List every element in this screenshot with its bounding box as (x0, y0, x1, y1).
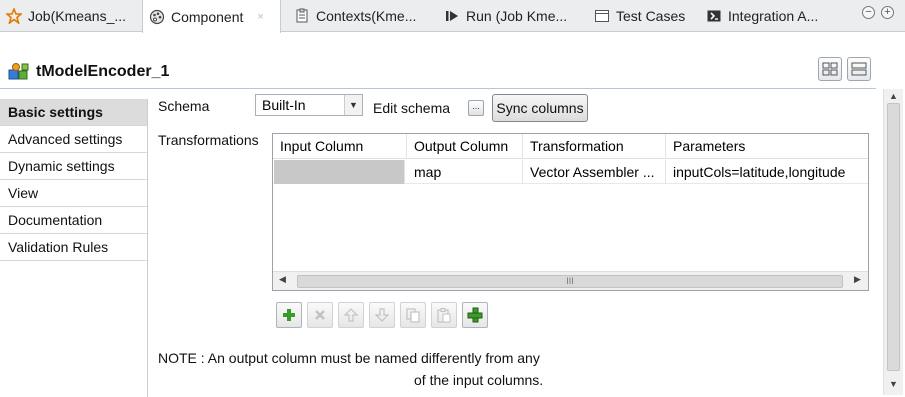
add-selected-icon (467, 307, 483, 323)
layout-rows-icon (851, 62, 867, 76)
note-line-1: NOTE : An output column must be named di… (158, 350, 540, 366)
column-header-parameters[interactable]: Parameters (666, 134, 868, 159)
minimize-icon[interactable]: − (862, 6, 875, 19)
edit-schema-label: Edit schema (373, 100, 451, 116)
note-line-2: of the input columns. (414, 372, 544, 388)
chevron-down-icon: ▼ (344, 95, 362, 115)
add-selected-button[interactable] (462, 302, 488, 328)
tab-run-label: Run (Job Kme... (466, 8, 568, 24)
layout-grid-icon (822, 62, 838, 76)
tab-contexts-label: Contexts(Kme... (316, 8, 417, 24)
job-star-icon (4, 6, 24, 26)
remove-icon (315, 310, 325, 320)
tab-run[interactable]: Run (Job Kme... (438, 0, 588, 32)
tab-job[interactable]: Job(Kmeans_... (0, 0, 142, 32)
scroll-left-icon[interactable]: ◀ (279, 274, 286, 285)
paste-icon (437, 308, 451, 323)
edit-schema-button[interactable]: ... (468, 100, 484, 116)
sidebar-item-dynamic-settings[interactable]: Dynamic settings (0, 153, 147, 180)
component-title: tModelEncoder_1 (8, 62, 169, 82)
column-header-input[interactable]: Input Column (273, 134, 407, 159)
component-palette-icon (149, 9, 165, 25)
scroll-up-icon[interactable]: ▲ (889, 91, 898, 101)
transformations-label: Transformations (158, 132, 259, 148)
paste-button[interactable] (431, 302, 457, 328)
tab-component[interactable]: Component × (142, 0, 281, 33)
header-divider (0, 88, 876, 89)
sidebar-item-view[interactable]: View (0, 180, 147, 207)
scroll-thumb[interactable]: III (297, 275, 843, 288)
column-header-output[interactable]: Output Column (407, 134, 523, 159)
transformation-cell[interactable]: Vector Assembler ... (523, 160, 666, 184)
tab-test-cases-label: Test Cases (616, 8, 686, 24)
schema-select[interactable]: Built-In ▼ (255, 94, 363, 116)
layout-grid-button[interactable] (818, 57, 842, 81)
run-icon (444, 8, 460, 24)
maximize-icon[interactable]: + (881, 6, 894, 19)
move-down-icon (374, 308, 390, 322)
settings-sidebar: Basic settings Advanced settings Dynamic… (0, 99, 148, 397)
contexts-icon (294, 8, 310, 24)
vertical-scroll-thumb[interactable] (887, 103, 900, 371)
add-icon (283, 309, 295, 321)
model-encoder-icon (8, 62, 30, 82)
tab-component-label: Component (171, 8, 244, 25)
copy-icon (406, 308, 420, 323)
tab-test-cases[interactable]: Test Cases (588, 0, 698, 32)
remove-row-button[interactable] (307, 302, 333, 328)
move-up-button[interactable] (338, 302, 364, 328)
transformations-table: Input Column Output Column Transformatio… (272, 133, 869, 291)
table-row[interactable]: map Vector Assembler ... inputCols=latit… (273, 160, 868, 184)
table-horizontal-scrollbar[interactable]: ◀ III ▶ (273, 271, 868, 290)
sidebar-item-documentation[interactable]: Documentation (0, 207, 147, 234)
sync-columns-button[interactable]: Sync columns (492, 94, 588, 122)
tab-contexts[interactable]: Contexts(Kme... (288, 0, 438, 32)
input-column-cell[interactable] (274, 160, 405, 184)
component-title-text: tModelEncoder_1 (36, 63, 170, 80)
copy-button[interactable] (400, 302, 426, 328)
sidebar-item-basic-settings[interactable]: Basic settings (0, 99, 147, 126)
sidebar-item-advanced-settings[interactable]: Advanced settings (0, 126, 147, 153)
tab-integration[interactable]: Integration A... (700, 0, 850, 32)
add-row-button[interactable] (276, 302, 302, 328)
scroll-down-icon[interactable]: ▼ (889, 379, 898, 389)
output-column-cell[interactable]: map (407, 160, 523, 184)
scroll-grip: III (566, 276, 574, 286)
schema-select-value: Built-In (262, 97, 306, 113)
editor-tab-bar: Job(Kmeans_... Component × Contexts(Kme.… (0, 0, 905, 33)
schema-label: Schema (158, 98, 210, 114)
parameters-cell[interactable]: inputCols=latitude,longitude (666, 160, 868, 184)
move-up-icon (343, 308, 359, 322)
table-header: Input Column Output Column Transformatio… (273, 134, 868, 159)
sidebar-item-validation-rules[interactable]: Validation Rules (0, 234, 147, 261)
vertical-scrollbar[interactable]: ▲ ▼ (883, 89, 903, 395)
tab-job-label: Job(Kmeans_... (28, 8, 127, 24)
column-header-transformation[interactable]: Transformation (523, 134, 666, 159)
tab-close-icon[interactable]: × (257, 11, 263, 23)
scroll-right-icon[interactable]: ▶ (854, 274, 861, 285)
layout-rows-button[interactable] (847, 57, 871, 81)
move-down-button[interactable] (369, 302, 395, 328)
output-column-note: NOTE : An output column must be named di… (158, 347, 543, 391)
integration-icon (706, 8, 722, 24)
tab-integration-label: Integration A... (728, 8, 819, 24)
test-cases-icon (594, 8, 610, 24)
